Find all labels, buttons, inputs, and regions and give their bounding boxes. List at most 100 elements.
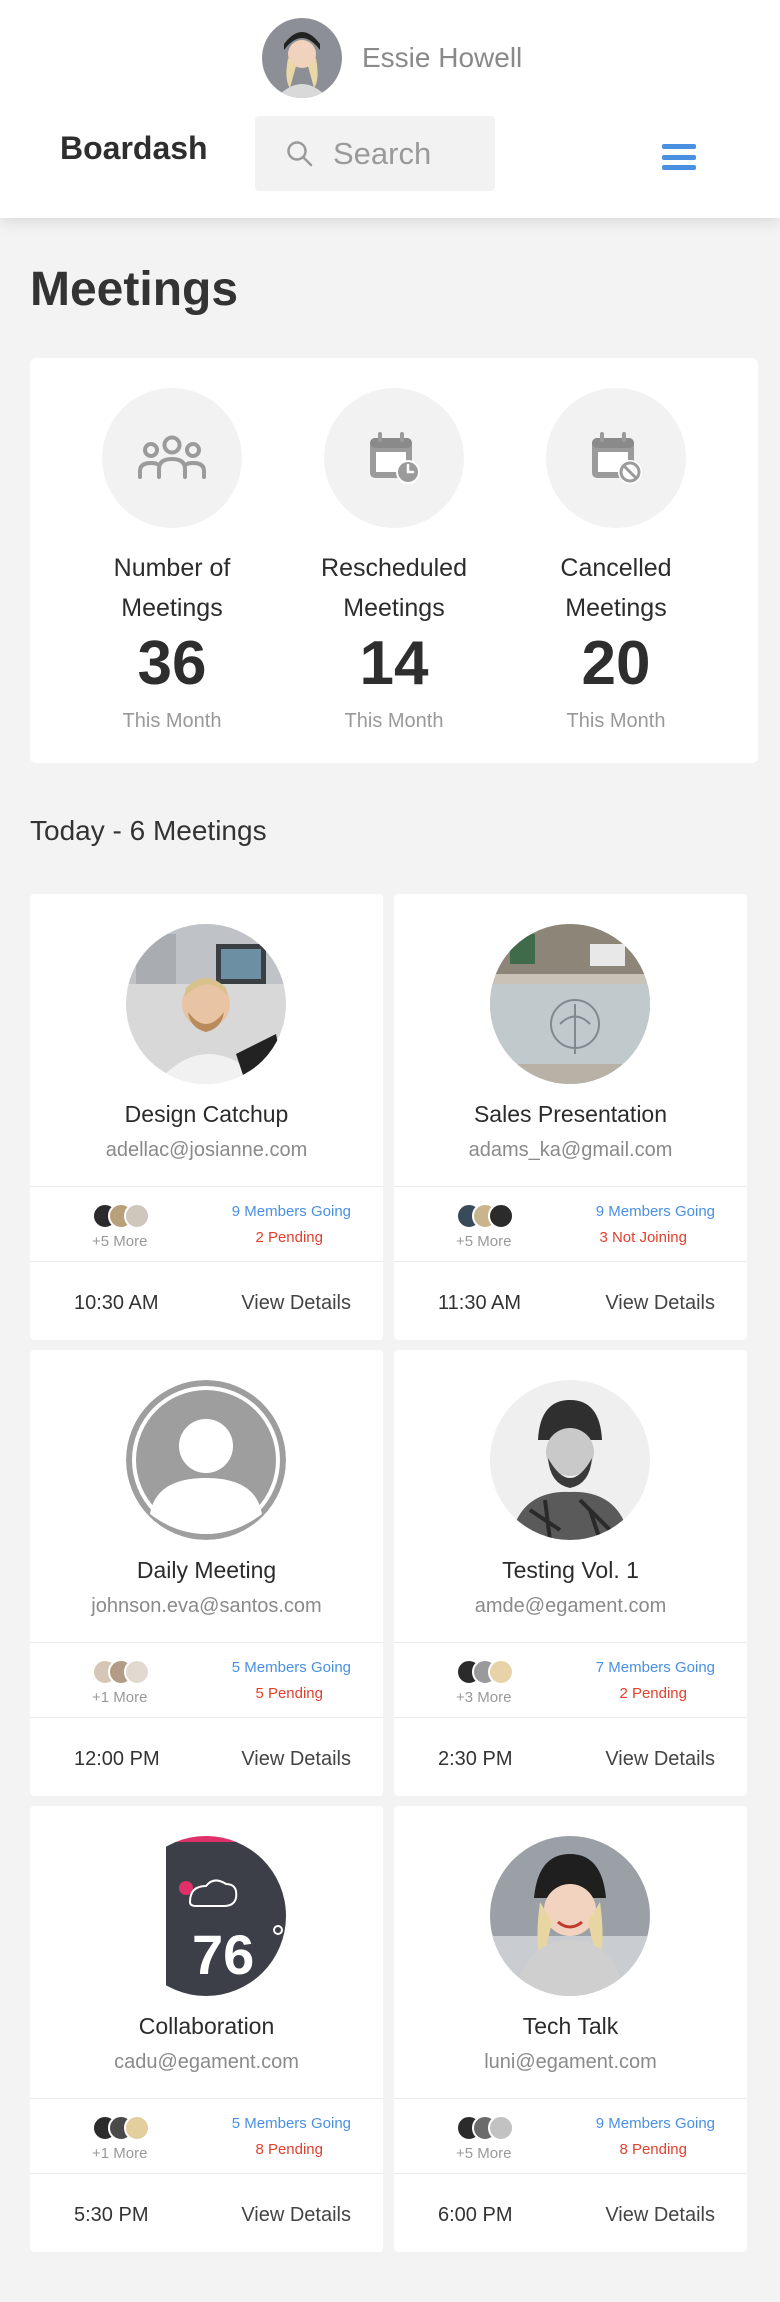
page-title: Meetings (30, 263, 239, 316)
members-going: 7 Members Going (595, 1659, 715, 1676)
avatar (124, 2115, 150, 2141)
attendees-row: +3 More 7 Members Going 2 Pending (394, 1642, 747, 1718)
status-badge: 2 Pending (619, 1685, 687, 1702)
attendees-row: +5 More 9 Members Going 8 Pending (394, 2098, 747, 2174)
more-attendees: +1 More (92, 2145, 148, 2162)
meeting-title: Daily Meeting (136, 1557, 277, 1583)
status-badge: 8 Pending (619, 2141, 687, 2158)
avatar (488, 1659, 514, 1685)
attendees-row: +1 More 5 Members Going 5 Pending (30, 1642, 383, 1718)
more-attendees: +3 More (456, 1689, 512, 1706)
section-title: Today - 6 Meetings (30, 815, 267, 846)
avatar (124, 1203, 150, 1229)
meeting-card[interactable]: Sales Presentation adams_ka@gmail.com +5… (394, 894, 747, 1340)
stat-period: This Month (566, 710, 666, 732)
meeting-email[interactable]: cadu@egament.com (30, 2051, 383, 2074)
view-details-link[interactable]: View Details (605, 1748, 715, 1771)
more-attendees: +5 More (456, 1233, 512, 1250)
attendees-row: +5 More 9 Members Going 3 Not Joining (394, 1186, 747, 1262)
attendee-avatars[interactable] (456, 1203, 514, 1229)
more-attendees: +5 More (456, 2145, 512, 2162)
more-attendees: +5 More (92, 1233, 148, 1250)
stat-number-of-meetings: Number of Meetings 36 This Month (72, 388, 272, 733)
stat-label-line1: Cancelled (560, 554, 672, 582)
meeting-time: 5:30 PM (74, 2204, 149, 2226)
user-avatar[interactable] (262, 18, 342, 98)
meeting-time: 12:00 PM (74, 1748, 160, 1770)
meeting-time: 2:30 PM (438, 1748, 513, 1770)
stat-label-line2: Meetings (565, 594, 667, 622)
stat-label-line1: Rescheduled (321, 554, 467, 582)
stat-period: This Month (122, 710, 222, 732)
stat-label-line2: Meetings (121, 594, 223, 622)
meeting-time: 10:30 AM (74, 1292, 159, 1314)
meeting-email[interactable]: adams_ka@gmail.com (394, 1139, 747, 1162)
user-name: Essie Howell (362, 42, 523, 73)
status-badge: 2 Pending (255, 1229, 323, 1246)
stat-cancelled-meetings: Cancelled Meetings 20 This Month (516, 388, 716, 733)
calendar-clock-icon (324, 388, 464, 528)
status-badge: 8 Pending (255, 2141, 323, 2158)
meeting-photo (126, 924, 286, 1084)
stat-label-line1: Number of (113, 554, 231, 582)
meeting-card[interactable]: Testing Vol. 1 amde@egament.com +3 More … (394, 1350, 747, 1796)
stat-value: 20 (581, 629, 651, 698)
meeting-title: Tech Talk (522, 2013, 619, 2039)
members-going: 9 Members Going (595, 2115, 715, 2132)
view-details-link[interactable]: View Details (605, 1292, 715, 1315)
stat-value: 14 (359, 629, 429, 698)
top-header: Essie Howell Boardash (0, 0, 780, 218)
search-input[interactable] (333, 135, 483, 172)
view-details-link[interactable]: View Details (241, 2204, 351, 2227)
meeting-email[interactable]: adellac@josianne.com (30, 1139, 383, 1162)
meeting-photo (490, 1836, 650, 1996)
meeting-title: Design Catchup (124, 1101, 289, 1127)
meeting-photo: 76 (126, 1836, 286, 1996)
meeting-email[interactable]: johnson.eva@santos.com (30, 1595, 383, 1618)
weather-temperature: 76 (192, 1923, 254, 1986)
meeting-photo (490, 924, 650, 1084)
attendee-avatars[interactable] (456, 1659, 514, 1685)
stat-period: This Month (344, 710, 444, 732)
view-details-link[interactable]: View Details (241, 1748, 351, 1771)
meeting-title: Collaboration (138, 2013, 275, 2039)
search-icon (287, 140, 313, 166)
meeting-time: 6:00 PM (438, 2204, 513, 2226)
stat-label-line2: Meetings (343, 594, 445, 622)
attendees-row: +5 More 9 Members Going 2 Pending (30, 1186, 383, 1262)
attendee-avatars[interactable] (92, 2115, 150, 2141)
status-badge: 5 Pending (255, 1685, 323, 1702)
members-going: 5 Members Going (231, 1659, 351, 1676)
meeting-title: Testing Vol. 1 (502, 1557, 639, 1583)
attendee-avatars[interactable] (456, 2115, 514, 2141)
brand-logo-text[interactable]: Boardash (60, 130, 208, 167)
view-details-link[interactable]: View Details (605, 2204, 715, 2227)
hamburger-menu-icon[interactable] (662, 144, 696, 170)
stat-rescheduled-meetings: Rescheduled Meetings 14 This Month (294, 388, 494, 733)
meeting-card[interactable]: Tech Talk luni@egament.com +5 More 9 Mem… (394, 1806, 747, 2252)
meeting-email[interactable]: luni@egament.com (394, 2051, 747, 2074)
more-attendees: +1 More (92, 1689, 148, 1706)
members-going: 5 Members Going (231, 2115, 351, 2132)
meeting-email[interactable]: amde@egament.com (394, 1595, 747, 1618)
calendar-cancel-icon (546, 388, 686, 528)
search-box[interactable] (255, 116, 495, 191)
members-going: 9 Members Going (231, 1203, 351, 1220)
meeting-stats-panel: Number of Meetings 36 This Month Resched… (30, 358, 758, 763)
avatar (124, 1659, 150, 1685)
stat-value: 36 (137, 629, 207, 698)
attendee-avatars[interactable] (92, 1659, 150, 1685)
meeting-time: 11:30 AM (438, 1292, 522, 1314)
user-profile[interactable]: Essie Howell (262, 18, 522, 98)
avatar (488, 2115, 514, 2141)
avatar (488, 1203, 514, 1229)
meeting-title: Sales Presentation (473, 1101, 668, 1127)
members-going: 9 Members Going (595, 1203, 715, 1220)
attendee-avatars[interactable] (92, 1203, 150, 1229)
attendees-row: +1 More 5 Members Going 8 Pending (30, 2098, 383, 2174)
view-details-link[interactable]: View Details (241, 1292, 351, 1315)
status-badge: 3 Not Joining (599, 1229, 687, 1246)
meeting-card[interactable]: 76 Collaboration cadu@egament.com +1 Mor… (30, 1806, 383, 2252)
meeting-card[interactable]: Design Catchup adellac@josianne.com +5 M… (30, 894, 383, 1340)
meeting-card[interactable]: Daily Meeting johnson.eva@santos.com +1 … (30, 1350, 383, 1796)
